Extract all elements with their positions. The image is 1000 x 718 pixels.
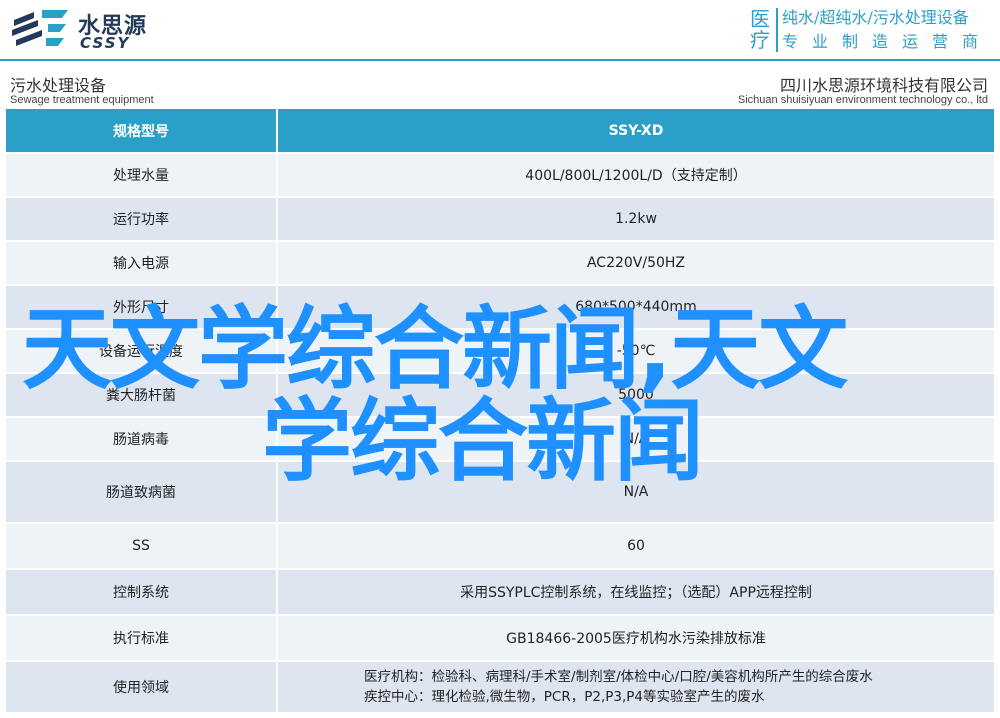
spec-value: -50℃ [277,329,994,374]
tagline-line-1: 纯水/超纯水/污水处理设备 [781,8,969,27]
spec-key: 处理水量 [6,153,278,198]
product-category-en: Sewage treatment equipment [10,94,154,106]
application-line-1: 医疗机构：检验科、病理科/手术室/制剂室/体检中心/口腔/美容机构所产生的综合废… [364,669,873,685]
spec-key: 控制系统 [6,569,278,616]
spec-value: AC220V/50HZ [277,241,994,286]
spec-value: N/A [277,461,994,524]
logo-english-name: CSSY [80,34,131,52]
tagline-divider [775,8,778,52]
medical-label: 医 疗 [749,7,770,52]
spec-key: 执行标准 [6,615,278,662]
spec-key: 粪大肠杆菌 [6,373,278,418]
table-row: 控制系统 采用SSYPLC控制系统，在线监控；（选配）APP远程控制 [6,569,994,616]
spec-value: 60 [277,523,994,570]
table-row: 使用领域 医疗机构：检验科、病理科/手术室/制剂室/体检中心/口腔/美容机构所产… [6,661,994,714]
application-line-2: 疾控中心：理化检验,微生物，PCR，P2,P3,P4等实验室产生的废水 [364,689,765,705]
company-logo-icon [12,10,68,46]
spec-value: 1.2kw [277,197,994,242]
spec-key: 肠道致病菌 [6,461,278,524]
table-row: 肠道病毒 N/A [6,417,994,462]
table-row: 执行标准 GB18466-2005医疗机构水污染排放标准 [6,615,994,662]
table-row: 肠道致病菌 N/A [6,461,994,524]
spec-value-multiline: 医疗机构：检验科、病理科/手术室/制剂室/体检中心/口腔/美容机构所产生的综合废… [277,661,994,714]
company-name-cn: 四川水思源环境科技有限公司 [779,76,988,95]
table-row: 外形尺寸 680*500*440mm [6,285,994,330]
spec-key: 设备运行温度 [6,329,278,374]
spec-key: SS [6,523,278,570]
tagline-line-2: 专业制造运营商 [781,32,992,51]
table-row: 粪大肠杆菌 5000 [6,373,994,418]
spec-header-key: 规格型号 [6,109,278,154]
table-row: 设备运行温度 -50℃ [6,329,994,374]
spec-table: 规格型号 SSY-XD 处理水量 400L/800L/1200L/D（支持定制）… [6,109,994,714]
spec-value: 400L/800L/1200L/D（支持定制） [277,153,994,198]
spec-value: N/A [277,417,994,462]
spec-value: 采用SSYPLC控制系统，在线监控；（选配）APP远程控制 [277,569,994,616]
spec-key: 使用领域 [6,661,278,714]
page-header: 水思源 CSSY 医 疗 纯水/超纯水/污水处理设备 专业制造运营商 [0,0,1000,58]
spec-key: 运行功率 [6,197,278,242]
company-name-en: Sichuan shuisiyuan environment technolog… [737,94,988,106]
table-row: 输入电源 AC220V/50HZ [6,241,994,286]
table-row: 处理水量 400L/800L/1200L/D（支持定制） [6,153,994,198]
spec-header-value: SSY-XD [277,109,994,154]
header-divider [0,59,1000,61]
header-tagline: 医 疗 纯水/超纯水/污水处理设备 专业制造运营商 [748,6,992,54]
table-row: SS 60 [6,523,994,570]
spec-key: 输入电源 [6,241,278,286]
spec-key: 肠道病毒 [6,417,278,462]
spec-value: 680*500*440mm [277,285,994,330]
table-row: 运行功率 1.2kw [6,197,994,242]
spec-key: 外形尺寸 [6,285,278,330]
spec-value: GB18466-2005医疗机构水污染排放标准 [277,615,994,662]
spec-value: 5000 [277,373,994,418]
spec-table-header: 规格型号 SSY-XD [6,109,994,154]
product-category-cn: 污水处理设备 [10,76,107,95]
